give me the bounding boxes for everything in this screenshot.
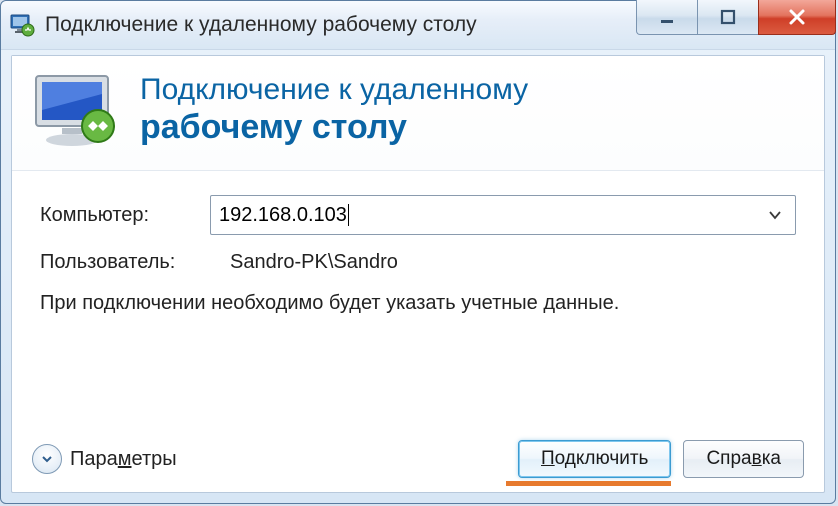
options-toggle[interactable]: Параметры: [32, 444, 177, 474]
computer-row: Компьютер: 192.168.0.103: [40, 195, 796, 235]
computer-combobox[interactable]: 192.168.0.103: [210, 195, 796, 235]
computer-value: 192.168.0.103: [219, 204, 787, 227]
user-label: Пользователь:: [40, 251, 210, 274]
banner-line1: Подключение к удаленному: [140, 73, 528, 108]
connect-label: Подключить: [541, 448, 648, 470]
banner-line2: рабочему столу: [140, 108, 528, 147]
user-value: Sandro-PK\Sandro: [210, 251, 398, 274]
text-cursor: [348, 204, 349, 226]
banner-text: Подключение к удаленному рабочему столу: [140, 73, 528, 147]
banner: Подключение к удаленному рабочему столу: [12, 56, 824, 171]
titlebar[interactable]: Подключение к удаленному рабочему столу: [1, 1, 835, 50]
chevron-down-icon: [32, 444, 62, 474]
client-area: Подключение к удаленному рабочему столу …: [11, 55, 825, 493]
form-area: Компьютер: 192.168.0.103 Пользователь: S…: [12, 171, 824, 317]
window-title: Подключение к удаленному рабочему столу: [45, 13, 477, 37]
rdp-window: Подключение к удаленному рабочему столу: [0, 0, 836, 504]
dropdown-caret-icon[interactable]: [755, 196, 795, 234]
rdp-monitor-icon: [30, 70, 126, 150]
credentials-note: При подключении необходимо будет указать…: [40, 290, 796, 317]
app-icon: [9, 12, 35, 38]
close-button[interactable]: [758, 0, 836, 35]
help-label: Справка: [706, 448, 781, 470]
maximize-button[interactable]: [697, 0, 759, 35]
window-controls: [637, 0, 836, 34]
minimize-button[interactable]: [636, 0, 698, 35]
highlight-indicator: [506, 481, 671, 486]
footer: Параметры Подключить Справка: [12, 440, 824, 478]
computer-label: Компьютер:: [40, 204, 210, 227]
user-row: Пользователь: Sandro-PK\Sandro: [40, 251, 796, 274]
options-label: Параметры: [70, 448, 177, 471]
help-button[interactable]: Справка: [683, 440, 804, 478]
connect-button[interactable]: Подключить: [518, 440, 671, 478]
